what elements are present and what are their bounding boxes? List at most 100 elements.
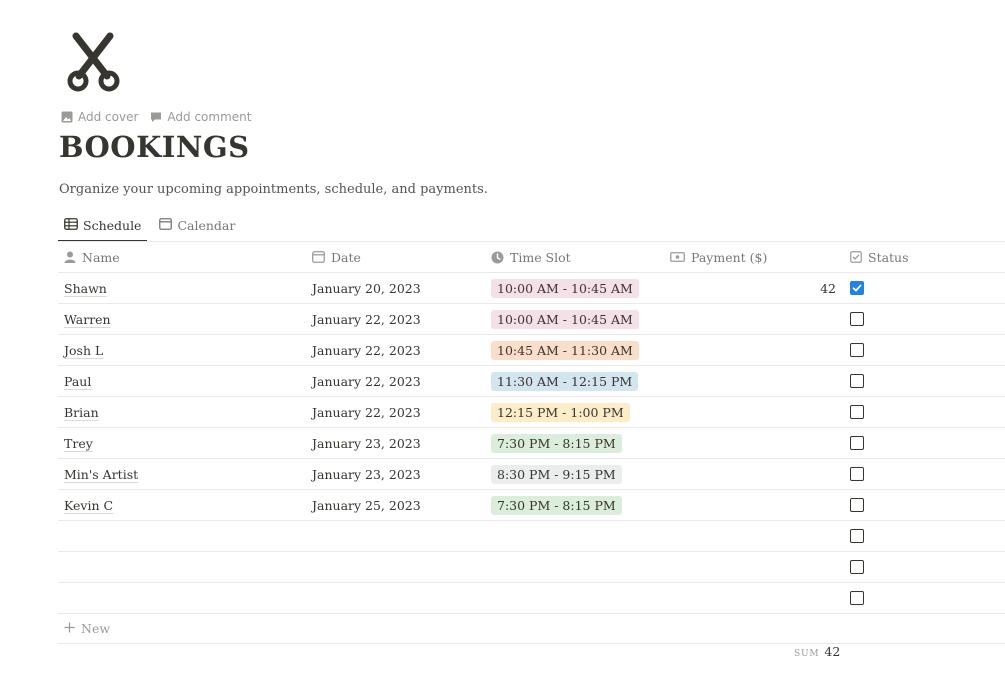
image-icon [61, 111, 73, 123]
table-row[interactable] [58, 552, 1005, 583]
cell-date[interactable]: January 22, 2023 [312, 335, 421, 365]
column-status-label: Status [868, 249, 909, 265]
cell-payment[interactable] [670, 459, 836, 489]
cell-time-slot[interactable]: 7:30 PM - 8:15 PM [491, 490, 622, 520]
sum-value: 42 [824, 644, 841, 659]
cell-name[interactable]: Trey [64, 428, 93, 458]
cell-time-slot[interactable]: 10:00 AM - 10:45 AM [491, 304, 639, 334]
booking-name[interactable]: Josh L [64, 343, 103, 358]
booking-name[interactable]: Paul [64, 374, 91, 389]
cell-payment[interactable]: 42 [670, 273, 836, 303]
cell-status [850, 335, 864, 365]
cell-status [850, 428, 864, 458]
cell-payment[interactable] [670, 397, 836, 427]
table-row[interactable]: Brian January 22, 2023 12:15 PM - 1:00 PM [58, 397, 1005, 428]
table-icon [64, 218, 78, 233]
booking-name[interactable]: Brian [64, 405, 99, 420]
cell-name[interactable]: Kevin C [64, 490, 113, 520]
add-comment-label: Add comment [167, 110, 252, 124]
table-row[interactable]: Trey January 23, 2023 7:30 PM - 8:15 PM [58, 428, 1005, 459]
calendar-icon [312, 251, 325, 263]
page-title: BOOKINGS [59, 130, 250, 164]
cell-date[interactable]: January 20, 2023 [312, 273, 421, 303]
cell-payment[interactable] [670, 583, 836, 613]
cell-name[interactable]: Paul [64, 366, 91, 396]
cell-payment[interactable] [670, 304, 836, 334]
scissors-icon[interactable] [60, 30, 130, 98]
table-row[interactable]: Min's Artist January 23, 2023 8:30 PM - 9:… [58, 459, 1005, 490]
cell-payment[interactable] [670, 366, 836, 396]
column-header-status[interactable]: Status [850, 242, 909, 272]
cell-name[interactable]: Josh L [64, 335, 103, 365]
booking-name[interactable]: Trey [64, 436, 93, 451]
status-checkbox[interactable] [850, 467, 864, 481]
cell-status [850, 490, 864, 520]
payment-sum[interactable]: SUM 42 [794, 644, 840, 659]
tab-schedule[interactable]: Schedule [58, 210, 148, 242]
cell-date[interactable]: January 22, 2023 [312, 304, 421, 334]
booking-name[interactable]: Warren [64, 312, 111, 327]
booking-name[interactable]: Kevin C [64, 498, 113, 513]
tab-calendar-label: Calendar [177, 218, 236, 233]
sum-label: SUM [794, 649, 820, 659]
cell-status [850, 459, 864, 489]
cell-name[interactable]: Shawn [64, 273, 107, 303]
status-checkbox[interactable] [850, 560, 864, 574]
cell-date[interactable]: January 22, 2023 [312, 366, 421, 396]
cell-status [850, 552, 864, 582]
status-checkbox[interactable] [850, 312, 864, 326]
cell-time-slot[interactable]: 12:15 PM - 1:00 PM [491, 397, 630, 427]
status-checkbox[interactable] [850, 281, 864, 295]
cell-payment[interactable] [670, 335, 836, 365]
table-row[interactable] [58, 583, 1005, 614]
booking-name[interactable]: Min's Artist [64, 467, 138, 482]
column-header-time-slot[interactable]: Time Slot [491, 242, 571, 272]
cell-date[interactable]: January 23, 2023 [312, 428, 421, 458]
status-checkbox[interactable] [850, 529, 864, 543]
table-row[interactable]: Josh L January 22, 2023 10:45 AM - 11:30 A… [58, 335, 1005, 366]
cell-status [850, 397, 864, 427]
table-row[interactable]: Shawn January 20, 2023 10:00 AM - 10:45 AM… [58, 273, 1005, 304]
money-icon [670, 252, 685, 262]
cell-time-slot[interactable]: 10:00 AM - 10:45 AM [491, 273, 639, 303]
table-row[interactable]: Warren January 22, 2023 10:00 AM - 10:45 A… [58, 304, 1005, 335]
column-header-date[interactable]: Date [312, 242, 361, 272]
column-header-name[interactable]: Name [64, 242, 120, 272]
time-slot-tag: 12:15 PM - 1:00 PM [491, 402, 630, 422]
status-checkbox[interactable] [850, 374, 864, 388]
status-checkbox[interactable] [850, 591, 864, 605]
cell-date[interactable]: January 23, 2023 [312, 459, 421, 489]
cell-time-slot[interactable]: 7:30 PM - 8:15 PM [491, 428, 622, 458]
column-header-payment[interactable]: Payment ($) [670, 242, 836, 272]
status-checkbox[interactable] [850, 343, 864, 357]
cell-date[interactable]: January 25, 2023 [312, 490, 421, 520]
table-row[interactable]: Kevin C January 25, 2023 7:30 PM - 8:15 PM [58, 490, 1005, 521]
status-checkbox[interactable] [850, 436, 864, 450]
cell-time-slot[interactable]: 10:45 AM - 11:30 AM [491, 335, 639, 365]
new-row-button[interactable]: New [58, 614, 1005, 644]
cell-payment[interactable] [670, 428, 836, 458]
add-comment-button[interactable]: Add comment [150, 110, 251, 124]
checkmark-icon [852, 284, 862, 292]
tab-schedule-label: Schedule [83, 218, 142, 233]
page-description: Organize your upcoming appointments, sch… [59, 182, 488, 197]
tab-calendar[interactable]: Calendar [153, 210, 241, 241]
cell-name[interactable]: Brian [64, 397, 99, 427]
cell-time-slot[interactable]: 8:30 PM - 9:15 PM [491, 459, 622, 489]
table-row[interactable] [58, 521, 1005, 552]
cell-payment[interactable] [670, 490, 836, 520]
time-slot-tag: 7:30 PM - 8:15 PM [491, 495, 622, 515]
add-cover-button[interactable]: Add cover [61, 110, 138, 124]
time-slot-tag: 10:00 AM - 10:45 AM [491, 309, 639, 329]
cell-date[interactable]: January 22, 2023 [312, 397, 421, 427]
cell-name[interactable]: Warren [64, 304, 111, 334]
cell-payment[interactable] [670, 521, 836, 551]
table-row[interactable]: Paul January 22, 2023 11:30 AM - 12:15 PM [58, 366, 1005, 397]
status-checkbox[interactable] [850, 498, 864, 512]
cell-status [850, 366, 864, 396]
booking-name[interactable]: Shawn [64, 281, 107, 296]
status-checkbox[interactable] [850, 405, 864, 419]
cell-time-slot[interactable]: 11:30 AM - 12:15 PM [491, 366, 639, 396]
cell-payment[interactable] [670, 552, 836, 582]
cell-name[interactable]: Min's Artist [64, 459, 138, 489]
